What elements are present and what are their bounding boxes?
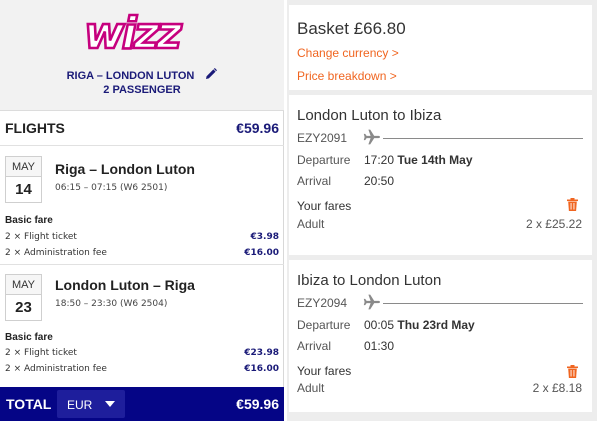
basket-card: Basket £66.80 Change currency > Price br…	[289, 5, 592, 90]
date-month: MAY	[6, 275, 41, 295]
fare-line-item: 2 × Flight ticket €3.98	[5, 232, 279, 245]
fare-line-item: 2 × Administration fee €16.00	[5, 364, 279, 377]
flight-title: Ibiza to London Luton	[297, 272, 442, 289]
date-badge: MAY 23	[5, 274, 42, 321]
divider	[0, 145, 284, 146]
trash-icon[interactable]	[567, 198, 578, 211]
fare-line-amount: €23.98	[244, 348, 279, 358]
date-badge: MAY 14	[5, 156, 42, 203]
arrival-label: Arrival	[297, 174, 332, 188]
fare-line-amount: €16.00	[244, 364, 279, 374]
departure-time: 17:20	[364, 153, 395, 167]
fare-price: 2 x £8.18	[532, 381, 582, 395]
flight-path-line	[383, 303, 583, 304]
easyjet-basket-panel: Basket £66.80 Change currency > Price br…	[287, 0, 597, 421]
your-fares-label: Your fares	[297, 199, 352, 213]
fare-line-label: 2 × Flight ticket	[5, 232, 77, 242]
passenger-count: 2 PASSENGER	[103, 84, 181, 96]
flight-card: London Luton to Ibiza EZY2091 Departure …	[289, 95, 592, 255]
fare-line-label: 2 × Administration fee	[5, 364, 107, 374]
departure-value: 17:20 Tue 14th May	[364, 153, 473, 167]
price-breakdown-link[interactable]: Price breakdown >	[297, 69, 397, 83]
flight-card: Ibiza to London Luton EZY2094 Departure …	[289, 260, 592, 412]
wizz-header: wizz RIGA – LONDON LUTON 2 PASSENGER	[0, 0, 284, 111]
route-title: RIGA – LONDON LUTON	[0, 68, 284, 82]
flights-header-label: FLIGHTS	[5, 120, 65, 136]
fare-type: Basic fare	[5, 332, 53, 343]
departure-value: 00:05 Thu 23rd May	[364, 318, 475, 332]
leg-route: Riga – London Luton	[55, 161, 195, 177]
departure-date: Tue 14th May	[397, 153, 473, 167]
total-amount: €59.96	[236, 396, 279, 412]
arrival-time: 20:50	[364, 174, 395, 188]
arrival-label: Arrival	[297, 339, 332, 353]
divider	[0, 264, 284, 265]
passenger-type: Adult	[297, 381, 325, 395]
caret-down-icon	[105, 401, 115, 407]
fare-line-amount: €16.00	[244, 248, 279, 258]
date-day: 23	[15, 299, 32, 316]
plane-icon	[363, 294, 380, 310]
flight-number: EZY2094	[297, 296, 348, 310]
flight-number: EZY2091	[297, 131, 348, 145]
departure-label: Departure	[297, 318, 351, 332]
fare-line-item: 2 × Administration fee €16.00	[5, 248, 279, 261]
flight-title: London Luton to Ibiza	[297, 107, 442, 124]
route-title-text: RIGA – LONDON LUTON	[66, 70, 195, 82]
currency-value: EUR	[67, 398, 93, 412]
pencil-edit-icon[interactable]	[205, 68, 218, 80]
leg-time: 06:15 – 07:15 (W6 2501)	[55, 183, 168, 193]
departure-date: Thu 23rd May	[397, 318, 475, 332]
flight-path-line	[383, 138, 583, 139]
fare-price: 2 x £25.22	[525, 217, 582, 231]
flights-header: FLIGHTS €59.96	[5, 120, 279, 138]
total-bar: TOTAL EUR €59.96	[0, 387, 284, 421]
fare-line-label: 2 × Administration fee	[5, 248, 107, 258]
trash-icon[interactable]	[567, 365, 578, 378]
leg-route: London Luton – Riga	[55, 277, 195, 293]
svg-text:wizz: wizz	[84, 8, 182, 59]
wizz-booking-summary: wizz RIGA – LONDON LUTON 2 PASSENGER FLI…	[0, 0, 284, 421]
fare-line-amount: €3.98	[250, 232, 279, 242]
date-month: MAY	[6, 157, 41, 177]
currency-select[interactable]: EUR	[57, 390, 125, 418]
your-fares-label: Your fares	[297, 364, 352, 378]
change-currency-link[interactable]: Change currency >	[297, 46, 399, 60]
flights-total: €59.96	[236, 120, 279, 136]
date-day: 14	[15, 181, 32, 198]
fare-line-label: 2 × Flight ticket	[5, 348, 77, 358]
fare-line-item: 2 × Flight ticket €23.98	[5, 348, 279, 361]
plane-icon	[363, 129, 380, 145]
arrival-time: 01:30	[364, 339, 395, 353]
leg-time: 18:50 – 23:30 (W6 2504)	[55, 299, 168, 309]
basket-title: Basket £66.80	[297, 19, 406, 38]
departure-label: Departure	[297, 153, 351, 167]
departure-time: 00:05	[364, 318, 395, 332]
passenger-type: Adult	[297, 217, 325, 231]
fare-type: Basic fare	[5, 215, 53, 226]
total-label: TOTAL	[6, 396, 52, 412]
wizz-logo: wizz	[83, 7, 187, 61]
